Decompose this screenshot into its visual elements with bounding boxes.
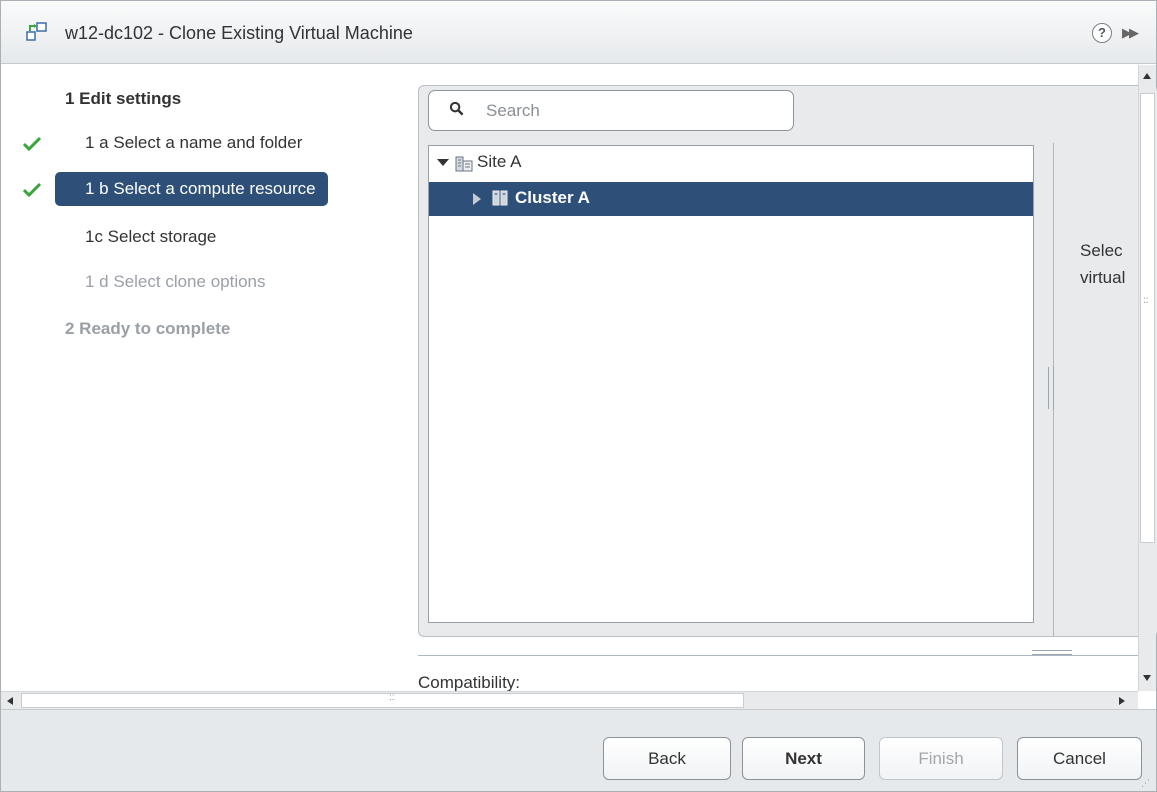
scroll-left-icon[interactable] xyxy=(7,697,13,705)
splitter-grip-icon[interactable] xyxy=(1032,650,1072,655)
clone-vm-icon xyxy=(26,22,47,41)
clone-vm-dialog: w12-dc102 - Clone Existing Virtual Machi… xyxy=(0,0,1157,792)
splitter-grip-icon[interactable] xyxy=(1048,367,1054,409)
resize-grip-icon: :: xyxy=(389,692,395,703)
checkmark-icon xyxy=(23,136,41,152)
step-select-clone-options: 1 d Select clone options xyxy=(85,272,266,291)
inventory-tree: Site A Cluster A xyxy=(428,145,1034,623)
step-select-name-folder[interactable]: 1 a Select a name and folder xyxy=(85,133,302,153)
collapse-arrow-icon[interactable] xyxy=(473,193,481,205)
search-box[interactable] xyxy=(428,90,794,131)
resize-grip-icon[interactable]: ⋰ xyxy=(1141,778,1153,790)
expand-icon[interactable]: ▶▶ xyxy=(1122,25,1139,41)
title-bar: w12-dc102 - Clone Existing Virtual Machi… xyxy=(1,1,1156,64)
finish-button: Finish xyxy=(879,737,1003,780)
horizontal-splitter[interactable] xyxy=(418,655,1138,656)
step-edit-settings: 1 Edit settings xyxy=(65,89,182,108)
horizontal-scrollbar[interactable]: :: xyxy=(1,691,1138,709)
step-ready-to-complete: 2 Ready to complete xyxy=(65,319,231,338)
resize-grip-icon: :: xyxy=(1143,295,1149,306)
cluster-icon xyxy=(492,190,508,206)
scroll-right-icon[interactable] xyxy=(1119,697,1125,705)
back-button[interactable]: Back xyxy=(603,737,731,780)
scroll-down-icon[interactable] xyxy=(1143,675,1151,681)
tree-node-label: Site A xyxy=(477,152,522,171)
details-text-line2: virtual xyxy=(1080,268,1126,287)
vertical-scrollbar[interactable]: :: xyxy=(1138,65,1156,691)
step-select-compute-resource[interactable]: 1 b Select a compute resource xyxy=(55,172,328,206)
expand-arrow-icon[interactable] xyxy=(437,159,449,166)
compute-resource-panel: Site A Cluster A Selec virtual Compatibi… xyxy=(402,65,1157,692)
wizard-steps: 1 Edit settings 1 a Select a name and fo… xyxy=(1,65,401,691)
search-icon xyxy=(449,101,464,116)
tree-node-cluster-a[interactable]: Cluster A xyxy=(429,182,1033,216)
scrollbar-thumb[interactable] xyxy=(1140,93,1155,543)
scrollbar-thumb[interactable] xyxy=(21,693,744,708)
tree-node-site-a[interactable]: Site A xyxy=(429,146,1033,180)
checkmark-icon xyxy=(23,182,41,198)
datacenter-icon xyxy=(455,156,473,172)
dialog-title: w12-dc102 - Clone Existing Virtual Machi… xyxy=(65,23,413,43)
compatibility-label: Compatibility: xyxy=(418,673,521,692)
details-text-line1: Selec xyxy=(1080,241,1123,260)
step-select-storage[interactable]: 1c Select storage xyxy=(85,227,216,247)
dialog-footer: Back Next Finish Cancel ⋰ xyxy=(1,709,1156,791)
search-input[interactable] xyxy=(486,98,766,124)
tree-node-label: Cluster A xyxy=(515,188,590,207)
cancel-button[interactable]: Cancel xyxy=(1017,737,1142,780)
scroll-up-icon[interactable] xyxy=(1143,73,1151,79)
help-icon[interactable]: ? xyxy=(1092,23,1112,43)
next-button[interactable]: Next xyxy=(742,737,865,780)
